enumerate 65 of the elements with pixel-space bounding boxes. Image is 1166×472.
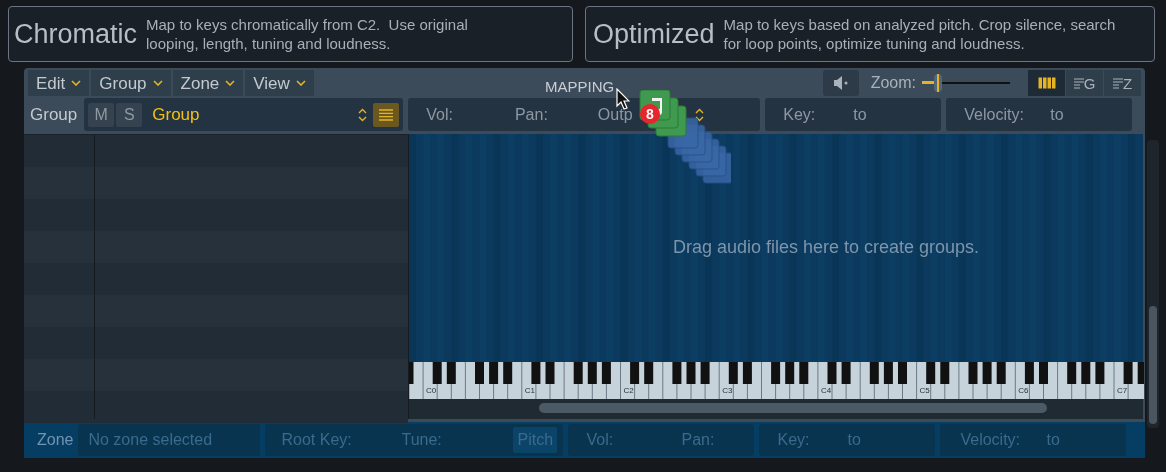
selection-text: No zone selected <box>88 430 213 451</box>
octave-label: C0 <box>426 387 437 396</box>
chevron-icon <box>225 80 236 87</box>
group-name: Group <box>152 103 200 126</box>
zoom-slider[interactable] <box>922 73 1010 94</box>
window-title: MAPPING <box>545 77 615 97</box>
keyboard-view-button[interactable] <box>1028 70 1065 97</box>
stepper-icon[interactable] <box>694 107 704 122</box>
lines-icon <box>1112 77 1123 89</box>
mode-button[interactable]: Chromatic Map to keys chromatically from C2. Use original looping, length, tuning and loudness. <box>8 6 573 62</box>
chevron-icon <box>295 80 306 87</box>
mode-title: Chromatic <box>14 20 138 48</box>
lines-icon <box>1073 77 1084 89</box>
range-label: Velocity: <box>964 104 1025 125</box>
menu-button[interactable]: Zone <box>172 70 244 97</box>
octave-label: C7 <box>1117 387 1128 396</box>
mode-button[interactable]: Optimized Map to keys based on analyzed pitch. Crop silence, search for loop points, optimize tuning and loudness. <box>585 6 1155 62</box>
param-label: Tune: <box>401 430 443 451</box>
range-to: to <box>853 104 867 125</box>
menu-button[interactable]: Group <box>91 70 171 97</box>
range-label: Key: <box>783 104 817 125</box>
zoom-label: Zoom: <box>870 73 916 94</box>
menu-button[interactable]: Edit <box>28 70 90 97</box>
menu-button[interactable]: View <box>245 70 314 97</box>
view-letter: G <box>1083 75 1096 91</box>
keyboard-icon <box>1037 77 1056 90</box>
octave-label: C6 <box>1018 387 1029 396</box>
param-label: Pan: <box>681 430 715 451</box>
view-letter: Z <box>1122 75 1133 91</box>
param-label: Vol: <box>426 104 453 125</box>
chevron-icon <box>152 80 163 87</box>
pointer-icon <box>616 88 630 110</box>
param-label: Outp <box>597 104 633 125</box>
drop-hint: Drag audio files here to create groups. <box>672 235 980 259</box>
param-label: Vol: <box>586 430 615 451</box>
group-view-button[interactable]: G <box>1066 70 1103 97</box>
mode-title: Optimized <box>593 20 715 48</box>
piano-keyboard[interactable] <box>409 362 1144 400</box>
solo-button[interactable]: S <box>116 102 143 127</box>
octave-label: C5 <box>919 387 930 396</box>
range-to: to <box>1046 430 1060 451</box>
zone-view-button[interactable]: Z <box>1104 70 1141 97</box>
speaker-icon <box>832 76 849 91</box>
zone-label: Zone <box>37 430 74 451</box>
mode-description: Map to keys chromatically from C2. Use original looping, length, tuning and loudness. <box>146 15 469 53</box>
group-label: Group <box>30 103 78 126</box>
octave-label: C2 <box>623 387 634 396</box>
scrollbar-thumb[interactable] <box>539 403 1047 414</box>
range-to: to <box>1050 104 1064 125</box>
speaker-button[interactable] <box>822 70 859 97</box>
scrollbar-thumb[interactable] <box>1149 306 1157 424</box>
octave-label: C1 <box>524 387 536 396</box>
range-label: Velocity: <box>960 430 1022 451</box>
list-icon <box>379 108 394 121</box>
range-label: Key: <box>777 430 811 451</box>
list-button[interactable] <box>373 102 400 127</box>
stepper-icon[interactable] <box>358 107 368 122</box>
chevron-icon <box>71 80 82 87</box>
param-label: Root Key: <box>281 430 353 451</box>
octave-label: C3 <box>722 387 733 396</box>
mode-description: Map to keys based on analyzed pitch. Crop silence, search for loop points, optimize tuning and loudness. <box>723 15 1116 53</box>
range-to: to <box>847 430 861 451</box>
octave-label: C4 <box>820 387 832 396</box>
param-label: Pan: <box>514 104 548 125</box>
mute-button[interactable]: M <box>88 102 115 127</box>
